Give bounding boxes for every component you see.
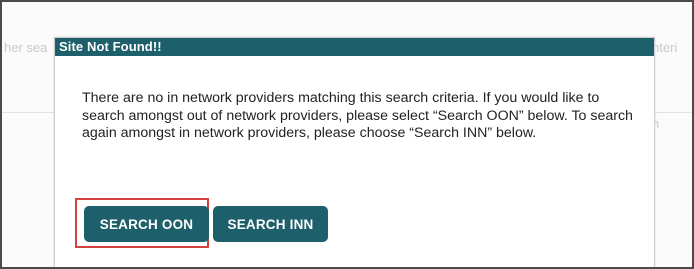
background-divider-right <box>653 112 692 113</box>
dialog-message: There are no in network providers matchi… <box>82 90 633 141</box>
dialog-title: Site Not Found!! <box>59 39 162 54</box>
background-search-label: her sea <box>4 40 48 55</box>
screen-frame: her sea nteri h Site Not Found!! There a… <box>0 0 694 269</box>
search-oon-button[interactable]: SEARCH OON <box>84 206 209 242</box>
site-not-found-dialog: Site Not Found!! There are no in network… <box>54 37 655 267</box>
dialog-body: There are no in network providers matchi… <box>55 56 654 267</box>
background-divider-left <box>2 112 54 113</box>
dialog-titlebar: Site Not Found!! <box>55 38 654 56</box>
background-criteria-label: nteri <box>652 40 678 55</box>
search-inn-button[interactable]: SEARCH INN <box>213 206 328 242</box>
